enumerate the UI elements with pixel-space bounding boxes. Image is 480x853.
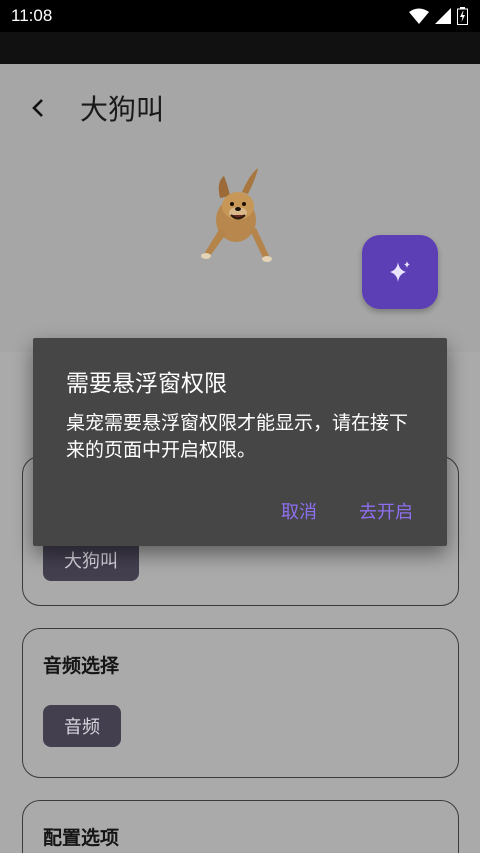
audio-chip[interactable]: 音频 xyxy=(43,705,121,747)
dialog-title: 需要悬浮窗权限 xyxy=(66,371,227,397)
page-title: 大狗叫 xyxy=(80,93,165,126)
header-area: 大狗叫 xyxy=(0,64,480,352)
battery-icon xyxy=(457,7,468,25)
signal-icon xyxy=(435,8,451,24)
status-icons xyxy=(409,7,468,25)
audio-section-title: 音频选择 xyxy=(43,655,120,677)
cancel-button[interactable]: 取消 xyxy=(281,498,317,524)
sparkle-icon xyxy=(390,261,410,282)
dog-pet-image xyxy=(201,168,272,262)
status-time: 11:08 xyxy=(11,6,53,25)
config-section-title: 配置选项 xyxy=(43,827,120,849)
top-bar-shadow xyxy=(0,32,480,64)
status-bar: 11:08 xyxy=(0,0,480,32)
overlay-permission-dialog: 需要悬浮窗权限 桌宠需要悬浮窗权限才能显示，请在接下来的页面中开启权限。 取消 … xyxy=(33,338,447,546)
sparkle-fab-button[interactable] xyxy=(362,235,438,309)
back-button[interactable] xyxy=(24,92,52,124)
back-arrow-icon xyxy=(32,99,43,117)
audio-select-card: 音频选择 音频 xyxy=(22,628,459,778)
config-options-card: 配置选项 xyxy=(22,800,459,853)
wifi-icon xyxy=(409,8,429,24)
open-permission-button[interactable]: 去开启 xyxy=(359,498,413,524)
dialog-message: 桌宠需要悬浮窗权限才能显示，请在接下来的页面中开启权限。 xyxy=(66,412,409,461)
